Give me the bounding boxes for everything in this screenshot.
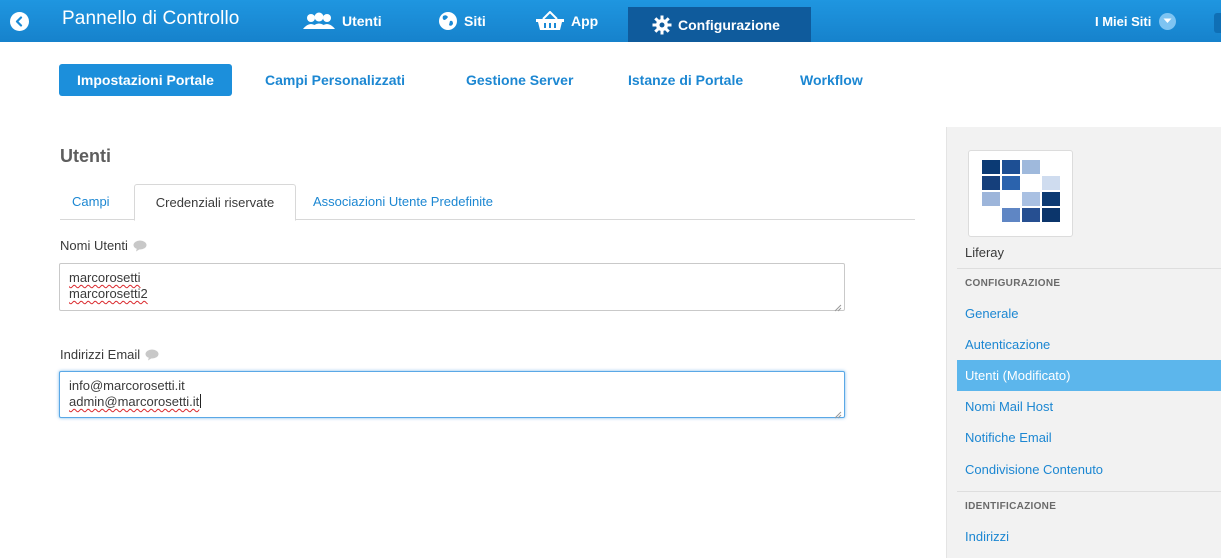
subnav-workflow[interactable]: Workflow (800, 64, 863, 96)
tab-fields[interactable]: Campi (72, 184, 110, 220)
my-sites-menu[interactable]: I Miei Siti (1095, 0, 1177, 42)
email-addresses-label-text: Indirizzi Email (60, 347, 141, 362)
top-navigation-bar: Pannello di Controllo Utenti Siti App Co… (0, 0, 1221, 42)
textarea-line: info@marcorosetti.it (69, 378, 185, 393)
shopping-basket-icon (535, 11, 565, 31)
user-menu-button[interactable] (1214, 13, 1221, 33)
subnav-portal-settings[interactable]: Impostazioni Portale (59, 64, 232, 96)
users-icon (302, 12, 336, 30)
panel-item-mail-host-names[interactable]: Nomi Mail Host (957, 391, 1221, 422)
nav-sites[interactable]: Siti (438, 0, 486, 42)
text-cursor (200, 394, 202, 408)
email-addresses-textarea[interactable]: info@marcorosetti.it admin@marcorosetti.… (59, 371, 845, 419)
help-icon[interactable] (145, 349, 159, 361)
subnav-server-administration[interactable]: Gestione Server (466, 64, 573, 96)
right-sidebar: Liferay CONFIGURAZIONE Generale Autentic… (946, 127, 1221, 558)
subnav-portal-instances[interactable]: Istanze di Portale (628, 64, 743, 96)
subnav-custom-fields[interactable]: Campi Personalizzati (265, 64, 405, 96)
nav-users-label: Utenti (342, 13, 382, 29)
nav-apps[interactable]: App (535, 0, 598, 42)
resize-handle-icon[interactable] (834, 300, 842, 312)
logo-caption: Liferay (965, 245, 1005, 260)
my-sites-label: I Miei Siti (1095, 13, 1152, 29)
sub-navigation: Impostazioni Portale Campi Personalizzat… (0, 42, 1221, 112)
nav-sites-label: Siti (464, 13, 486, 29)
back-icon[interactable] (10, 12, 29, 31)
panel-item-email-notifications[interactable]: Notifiche Email (957, 422, 1221, 453)
panel-item-addresses[interactable]: Indirizzi (957, 521, 1221, 552)
panel-section-header: CONFIGURAZIONE (957, 268, 1221, 298)
textarea-line: marcorosetti2 (69, 286, 148, 301)
resize-handle-icon[interactable] (834, 407, 842, 419)
control-panel-title[interactable]: Pannello di Controllo (62, 8, 239, 30)
page-title: Utenti (60, 146, 111, 166)
nav-configuration-label: Configurazione (678, 16, 780, 33)
textarea-line-with-cursor: admin@marcorosetti.it (69, 394, 835, 410)
nav-apps-label: App (571, 13, 599, 29)
email-addresses-label: Indirizzi Email (60, 347, 159, 362)
nav-users[interactable]: Utenti (302, 0, 382, 42)
panel-item-users-modified[interactable]: Utenti (Modificato) (957, 360, 1221, 391)
gear-icon (652, 15, 672, 35)
textarea-line-text: admin@marcorosetti.it (69, 394, 200, 409)
chevron-down-icon (1159, 12, 1177, 30)
nav-configuration[interactable]: Configurazione (628, 7, 811, 42)
tab-bar: Campi Credenziali riservate Associazioni… (60, 184, 915, 221)
panel-item-content-sharing[interactable]: Condivisione Contenuto (957, 454, 1221, 485)
help-icon[interactable] (133, 240, 147, 252)
tab-default-user-associations[interactable]: Associazioni Utente Predefinite (313, 184, 493, 220)
tab-reserved-credentials[interactable]: Credenziali riservate (134, 184, 296, 221)
panel-section-header: IDENTIFICAZIONE (957, 491, 1221, 521)
usernames-label-text: Nomi Utenti (60, 238, 128, 253)
globe-icon (438, 11, 458, 31)
portal-logo[interactable] (968, 150, 1073, 237)
panel-item-general[interactable]: Generale (957, 298, 1221, 329)
usernames-label: Nomi Utenti (60, 238, 147, 253)
textarea-line: marcorosetti (69, 270, 141, 285)
liferay-logo-icon (981, 159, 1060, 222)
usernames-textarea[interactable]: marcorosetti marcorosetti2 (59, 263, 845, 312)
panel-item-authentication[interactable]: Autenticazione (957, 329, 1221, 360)
